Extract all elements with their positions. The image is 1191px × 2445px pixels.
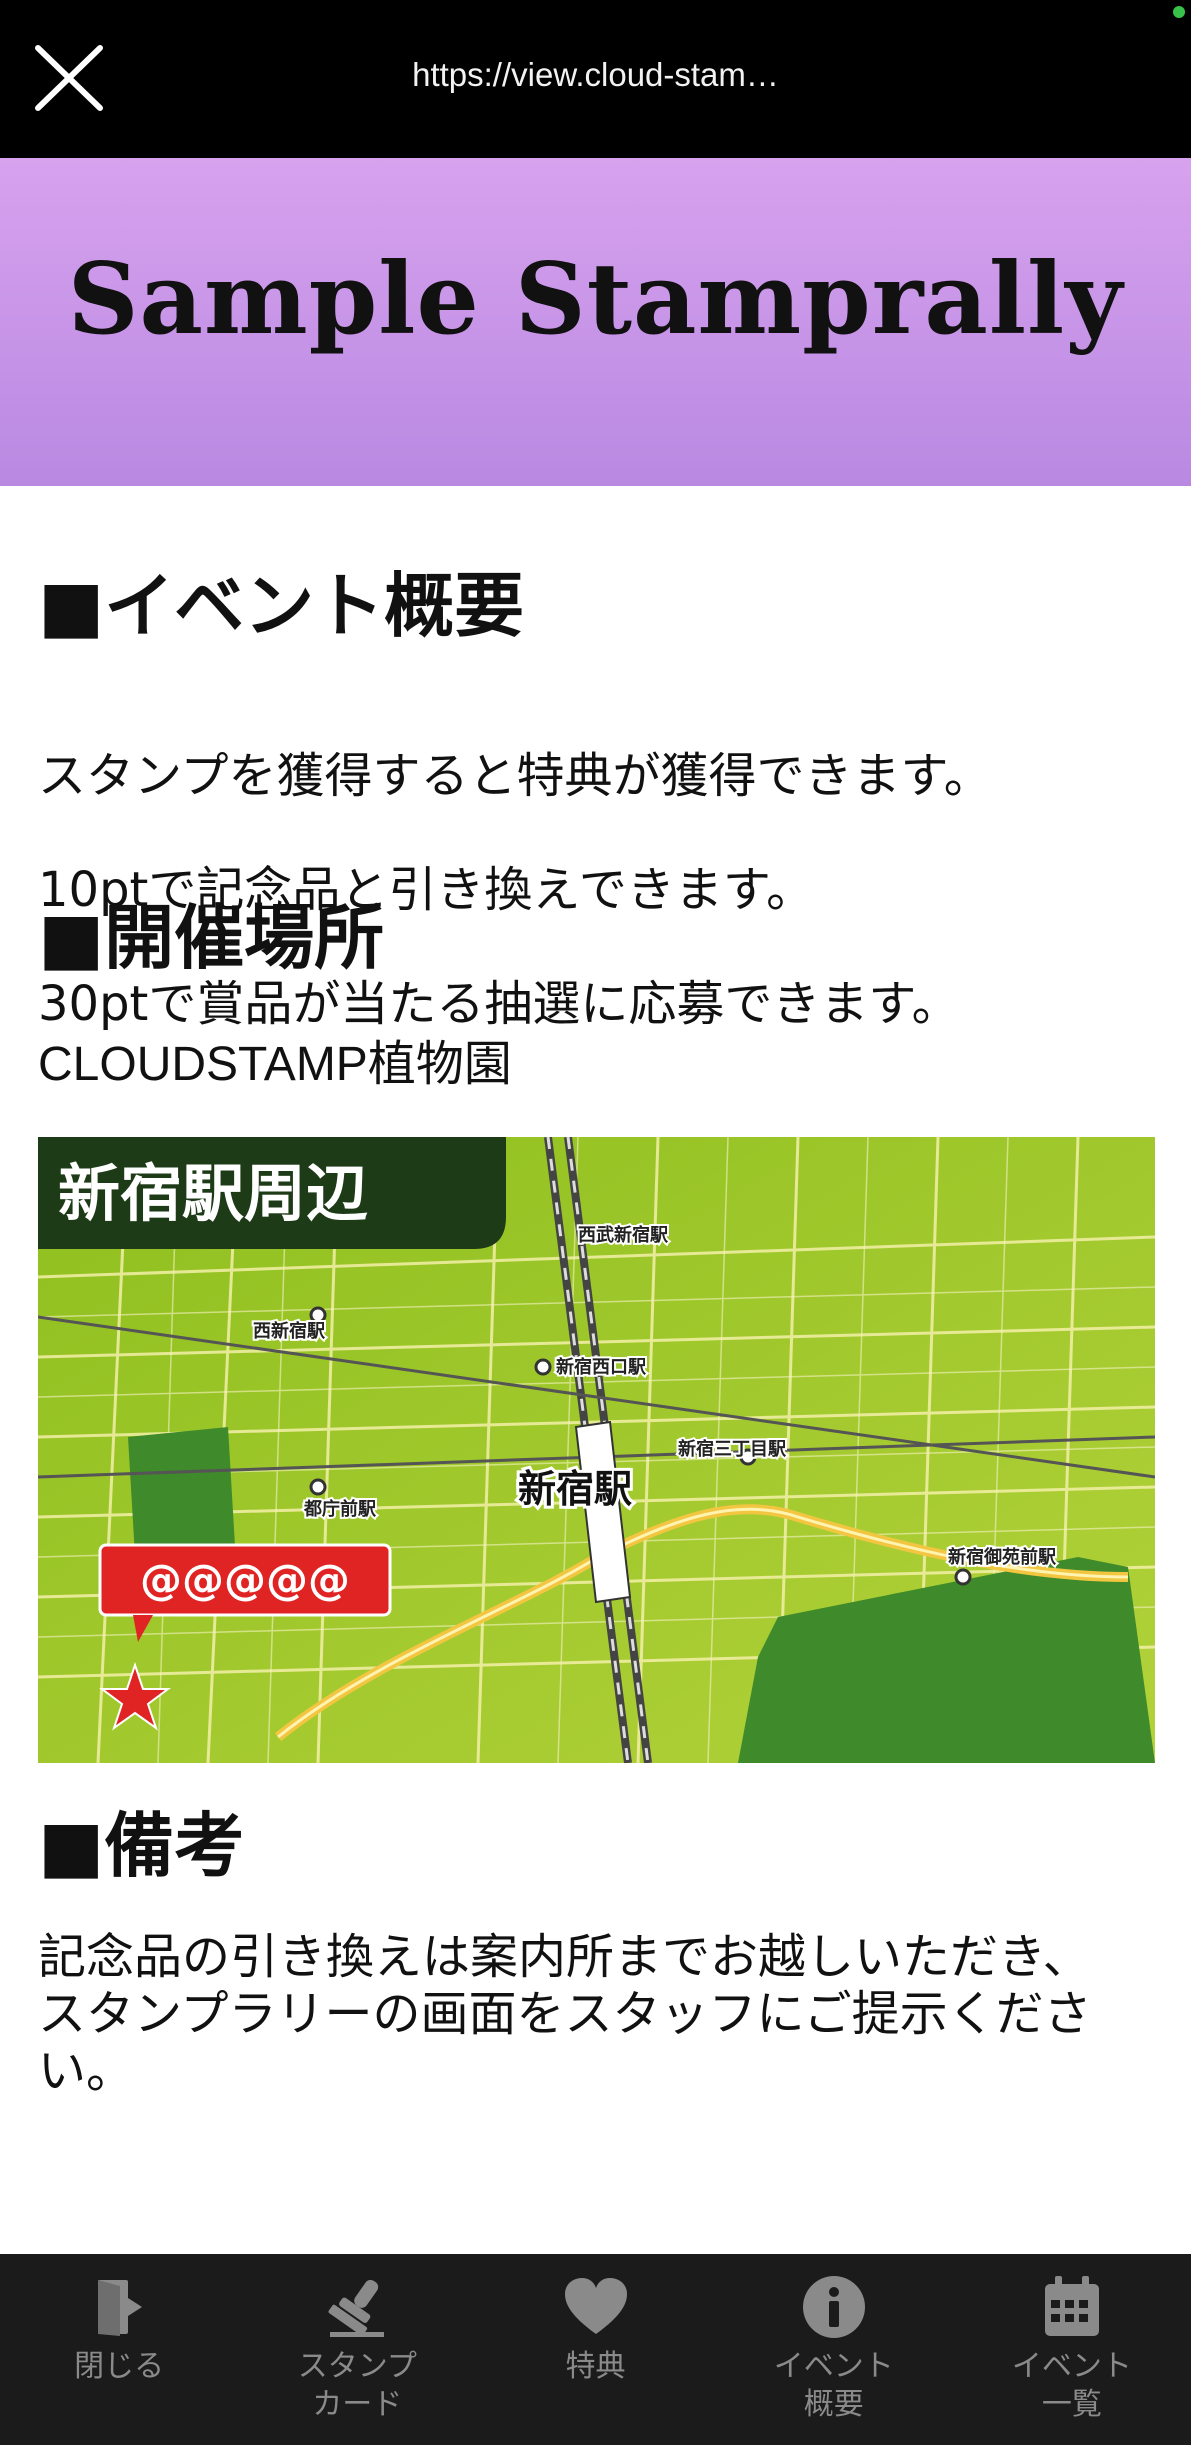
bottom-navigation: 閉じる スタンプ カード 特典 イベント 概要 イベント 一覧 bbox=[0, 2254, 1191, 2445]
station-label: 新宿西口駅 bbox=[556, 1356, 647, 1378]
calendar-icon bbox=[1044, 2276, 1099, 2336]
url-display: https://view.cloud-stam… bbox=[412, 56, 779, 93]
section-heading-venue: ■開催場所 bbox=[38, 897, 385, 979]
map-title: 新宿駅周辺 bbox=[58, 1157, 368, 1230]
nav-event-overview[interactable]: イベント 概要 bbox=[715, 2254, 953, 2445]
nav-label: 閉じる bbox=[74, 2349, 165, 2384]
nav-event-list[interactable]: イベント 一覧 bbox=[953, 2254, 1191, 2445]
banner: Sample Stamprally bbox=[0, 158, 1191, 486]
info-icon bbox=[802, 2276, 865, 2338]
section-heading-notes: ■備考 bbox=[38, 1805, 245, 1887]
overview-line: スタンプを獲得すると特典が獲得できます。 bbox=[38, 748, 992, 804]
main-station-label: 新宿駅 bbox=[518, 1467, 632, 1511]
section-heading-overview: ■イベント概要 bbox=[38, 565, 525, 647]
nav-stamp-card[interactable]: スタンプ カード bbox=[238, 2254, 476, 2445]
nav-label: イベント 概要 bbox=[773, 2349, 894, 2422]
station-label: 西武新宿駅 bbox=[578, 1224, 669, 1246]
nav-benefits[interactable]: 特典 bbox=[476, 2254, 714, 2445]
station-label: 新宿御苑前駅 bbox=[948, 1546, 1057, 1568]
station-label: 西新宿駅 bbox=[253, 1320, 326, 1342]
stamp-icon bbox=[328, 2279, 385, 2337]
heart-icon bbox=[564, 2278, 627, 2334]
status-indicator bbox=[1173, 6, 1185, 18]
nav-close[interactable]: 閉じる bbox=[0, 2254, 238, 2445]
nav-label: 特典 bbox=[565, 2349, 626, 2384]
venue-text: CLOUDSTAMP植物園 bbox=[38, 1038, 512, 1091]
area-map-image: 新宿駅周辺 西武新宿駅 西新宿駅 新宿西口駅 新宿三丁目駅 都庁前駅 新宿御苑前… bbox=[38, 1137, 1155, 1763]
station-label: 新宿三丁目駅 bbox=[678, 1438, 787, 1460]
marker-label: @@@@@ bbox=[140, 1555, 350, 1604]
banner-title: Sample Stamprally bbox=[67, 242, 1124, 357]
nav-label: スタンプ カード bbox=[297, 2349, 417, 2422]
nav-label: イベント 一覧 bbox=[1011, 2349, 1132, 2422]
exit-door-icon bbox=[98, 2280, 143, 2336]
notes-text: 記念品の引き換えは案内所までお越しいただき、 スタンプラリーの画面をスタッフにご… bbox=[38, 1929, 1118, 2100]
notes-line: 記念品の引き換えは案内所までお越しいただき、 bbox=[38, 1929, 1091, 1985]
station-label: 都庁前駅 bbox=[303, 1498, 377, 1520]
notes-line: スタンプラリーの画面をスタッフにご提示ください。 bbox=[38, 1986, 1092, 2099]
browser-top-bar: https://view.cloud-stam… bbox=[0, 0, 1191, 158]
